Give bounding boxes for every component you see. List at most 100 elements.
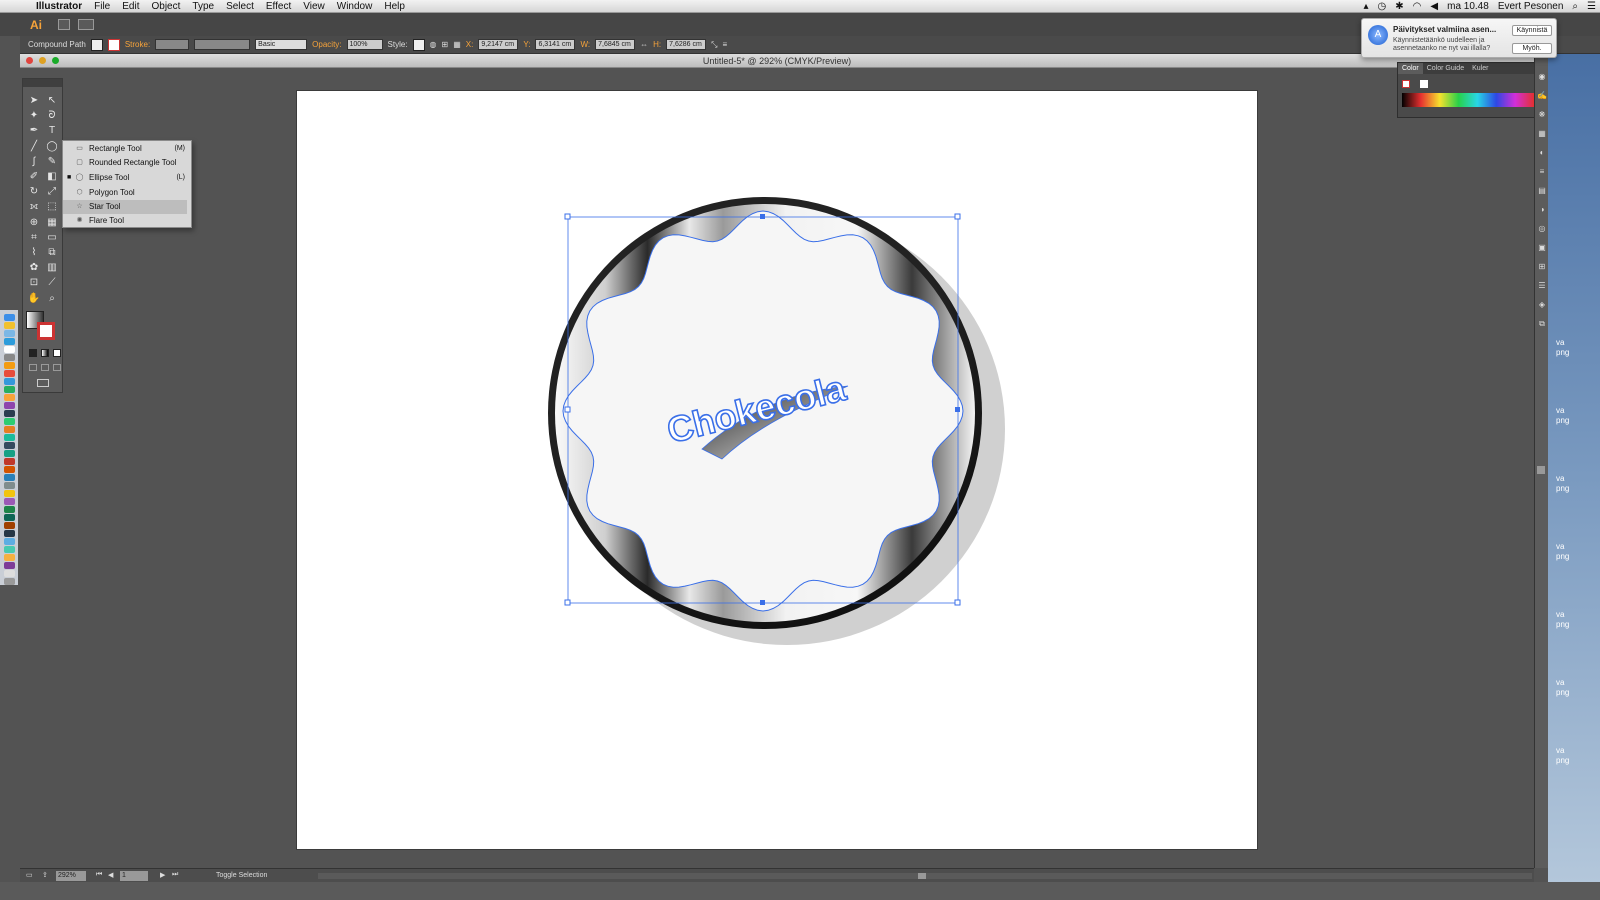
none-mode-icon[interactable] [53, 349, 61, 357]
graphic-styles-icon[interactable]: ▦ [1537, 129, 1547, 138]
blob-brush-tool-icon[interactable]: ✐ [27, 171, 41, 183]
opacity-field[interactable]: 100% [346, 39, 383, 50]
artboards-icon[interactable]: ⊞ [1537, 262, 1547, 271]
tab-color-guide[interactable]: Color Guide [1423, 63, 1468, 74]
later-button[interactable]: Myöh. [1512, 43, 1552, 54]
dock-app-icon[interactable] [3, 514, 15, 521]
dock-app-icon[interactable] [3, 538, 15, 545]
stroke-icon[interactable]: ≡ [1537, 167, 1547, 176]
next-artboard-icon[interactable]: ▶ [160, 871, 165, 879]
vertical-scroll-thumb[interactable] [1537, 466, 1545, 474]
dock-app-icon[interactable] [3, 378, 15, 385]
notification-center-icon[interactable]: ☰ [1587, 1, 1596, 12]
spotlight-icon[interactable]: ⌕ [1572, 1, 1578, 12]
dock-app-icon[interactable] [3, 402, 15, 409]
none-swatch-icon[interactable] [1402, 80, 1410, 88]
dock-app-icon[interactable] [3, 506, 15, 513]
flyout-ellipse-tool[interactable]: ■ ◯ Ellipse Tool (L) [63, 171, 187, 185]
dock-app-icon[interactable] [3, 530, 15, 537]
time-machine-icon[interactable]: ◷ [1378, 1, 1387, 12]
transform-icon[interactable]: ⤡ [711, 40, 717, 50]
rotate-tool-icon[interactable]: ↻ [27, 186, 41, 198]
slice-tool-icon[interactable]: ⟋ [45, 277, 59, 289]
gradient-icon[interactable]: ▤ [1537, 186, 1547, 195]
direct-selection-tool-icon[interactable]: ↖ [45, 95, 59, 107]
pathfinder-icon[interactable]: ◈ [1537, 300, 1547, 309]
menu-type[interactable]: Type [186, 1, 220, 12]
restart-button[interactable]: Käynnistä [1512, 25, 1552, 36]
stroke-swatch[interactable] [107, 38, 120, 51]
flyout-rectangle-tool[interactable]: ▭ Rectangle Tool (M) [63, 142, 187, 156]
menu-edit[interactable]: Edit [116, 1, 145, 12]
dock-app-icon[interactable] [3, 314, 15, 321]
variable-width-field[interactable] [194, 39, 251, 50]
dock-app-icon[interactable] [3, 578, 15, 585]
menu-file[interactable]: File [88, 1, 116, 12]
transform-icon[interactable]: ⧉ [1537, 319, 1547, 328]
volume-icon[interactable]: ◀ [1430, 1, 1438, 12]
dock-app-icon[interactable] [3, 498, 15, 505]
dock-app-icon[interactable] [3, 426, 15, 433]
arrange-documents-icon[interactable] [78, 19, 94, 30]
align-icon[interactable]: ⊞ [442, 40, 449, 49]
control-panel-menu-icon[interactable]: ≡ [723, 40, 728, 49]
dock-app-icon[interactable] [3, 434, 15, 441]
dock-app-icon[interactable] [3, 562, 15, 569]
eraser-tool-icon[interactable]: ◧ [45, 171, 59, 183]
selection-tool-icon[interactable]: ➤ [27, 95, 41, 107]
menu-window[interactable]: Window [331, 1, 379, 12]
previous-artboard-icon[interactable]: ◀ [108, 871, 113, 879]
zoom-tool-icon[interactable]: ⌕ [45, 293, 59, 305]
bridge-icon[interactable] [58, 19, 70, 30]
dock-app-icon[interactable] [3, 546, 15, 553]
dock-app-icon[interactable] [3, 474, 15, 481]
appearance-icon[interactable]: ◉ [1537, 72, 1547, 81]
eyedropper-tool-icon[interactable]: ⌇ [27, 247, 41, 259]
flyout-flare-tool[interactable]: ✺ Flare Tool [63, 214, 187, 228]
dock-app-icon[interactable] [3, 346, 15, 353]
scale-tool-icon[interactable]: ⤢ [45, 186, 59, 198]
menu-clock[interactable]: ma 10.48 [1447, 1, 1489, 12]
stroke-label[interactable]: Stroke: [125, 40, 150, 49]
swatches-icon[interactable]: ▣ [1537, 243, 1547, 252]
gradient-tool-icon[interactable]: ▭ [45, 232, 59, 244]
color-icon[interactable]: ◎ [1537, 224, 1547, 233]
dock-app-icon[interactable] [3, 570, 15, 577]
zoom-level-field[interactable]: 292% [56, 871, 86, 881]
ellipse-tool-icon[interactable]: ◯ [45, 141, 59, 153]
flyout-rounded-rectangle-tool[interactable]: ▢ Rounded Rectangle Tool [63, 156, 187, 170]
first-artboard-icon[interactable]: ⏮ [96, 871, 102, 879]
stroke-weight-field[interactable] [155, 39, 190, 50]
dock-app-icon[interactable] [3, 322, 15, 329]
layers-icon[interactable]: ◑ [1537, 205, 1547, 214]
menu-select[interactable]: Select [220, 1, 260, 12]
dock-app-icon[interactable] [3, 418, 15, 425]
last-artboard-icon[interactable]: ⏭ [172, 871, 178, 879]
pen-tool-icon[interactable]: ✒ [27, 125, 41, 137]
free-transform-tool-icon[interactable]: ⬚ [45, 201, 59, 213]
color-mode-icon[interactable] [29, 349, 37, 357]
screen-mode-icon[interactable] [37, 379, 49, 387]
draw-behind-icon[interactable] [41, 364, 49, 371]
dock-app-icon[interactable] [3, 450, 15, 457]
minimize-window-button[interactable] [39, 57, 46, 64]
dock-app-icon[interactable] [3, 482, 15, 489]
x-field[interactable]: 9,2147 cm [478, 39, 519, 50]
flyout-polygon-tool[interactable]: ⬡ Polygon Tool [63, 186, 187, 200]
width-tool-icon[interactable]: ⟗ [27, 201, 41, 213]
symbols-icon[interactable]: ❋ [1537, 110, 1547, 119]
perspective-grid-tool-icon[interactable]: ▦ [45, 217, 59, 229]
dock-app-icon[interactable] [3, 490, 15, 497]
close-window-button[interactable] [26, 57, 33, 64]
paintbrush-tool-icon[interactable]: ∫ [27, 156, 41, 168]
magic-wand-tool-icon[interactable]: ✦ [27, 110, 41, 122]
h-field[interactable]: 7,6286 cm [666, 39, 707, 50]
zoom-window-button[interactable] [52, 57, 59, 64]
artboard-navigator-icon[interactable]: ▭ [26, 871, 33, 879]
menu-object[interactable]: Object [145, 1, 186, 12]
column-graph-tool-icon[interactable]: ▥ [45, 262, 59, 274]
bluetooth-icon[interactable]: ✱ [1395, 1, 1403, 12]
draw-normal-icon[interactable] [29, 364, 37, 371]
gradient-mode-icon[interactable] [41, 349, 49, 357]
color-spectrum-bar[interactable] [1402, 93, 1534, 107]
